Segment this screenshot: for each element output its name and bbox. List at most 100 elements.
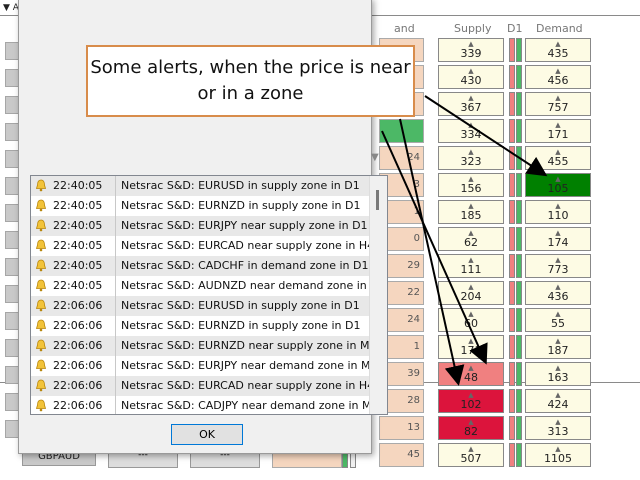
column-separator [115,396,116,414]
alert-row[interactable]: 22:06:06 Netsrac S&D: EURCAD near supply … [31,376,374,396]
alert-message: Netsrac S&D: EURUSD in supply zone in D1 [121,299,360,312]
bell-icon [35,259,47,272]
alert-message: Netsrac S&D: AUDNZD near demand zone in … [121,279,386,292]
column-separator [115,376,116,396]
demand-cell: ▲ 174 [525,227,591,251]
demand-value: 1105 [544,452,572,465]
alerts-list: 22:40:05 Netsrac S&D: EURUSD in supply zo… [30,175,388,415]
scroll-down-arrow-icon[interactable]: ▼ [371,152,379,163]
alert-row[interactable]: 22:40:05 Netsrac S&D: EURCAD near supply … [31,236,374,256]
demand-cell: ▲ 455 [525,146,591,170]
scrollbar-thumb[interactable] [376,190,379,210]
d1-bar-green [516,281,522,305]
d1-bar-pink [509,443,515,467]
alert-time: 22:40:05 [53,219,103,232]
bell-icon [35,279,47,292]
d1-bar-green [516,227,522,251]
demand-cell: ▲ 105 [525,173,591,197]
d1-bar-green [516,119,522,143]
supply-cell: ▲ 60 [438,308,504,332]
alert-row[interactable]: 22:06:06 Netsrac S&D: CADJPY near demand … [31,396,386,414]
bell-icon [35,379,47,392]
collapse-toggle[interactable]: ▼ A [3,3,19,13]
supply-value: 430 [460,74,482,87]
supply-cell: ▲ 367 [438,92,504,116]
alert-row[interactable]: 22:06:06 Netsrac S&D: EURUSD in supply zo… [31,296,369,316]
alert-row[interactable]: 22:40:05 Netsrac S&D: EURUSD in supply zo… [31,176,369,196]
alert-message: Netsrac S&D: EURNZD in supply zone in D1 [121,319,361,332]
demand-cell: ▲ 436 [525,281,591,305]
alert-row[interactable]: 22:40:05 Netsrac S&D: EURNZD in supply zo… [31,196,369,216]
alert-row[interactable]: 22:06:06 Netsrac S&D: EURNZD in supply zo… [31,316,369,336]
supply-value: 507 [460,452,482,465]
d1-bar-green [516,416,522,440]
column-separator [115,176,116,196]
alert-message: Netsrac S&D: EURCAD near supply zone in … [121,379,375,392]
d1-bar-green [516,38,522,62]
d1-bar-pink [509,38,515,62]
demand-cell: ▲ 1105 [525,443,591,467]
demand-cell: ▲ 424 [525,389,591,413]
d1-bar-pink [509,335,515,359]
header-supply: Supply [454,22,492,35]
ok-button[interactable]: OK [171,424,243,445]
bell-icon [35,319,47,332]
supply-value: 339 [460,47,482,60]
alert-message: Netsrac S&D: EURCAD near supply zone in … [121,239,375,252]
demand-cell: ▲ 110 [525,200,591,224]
alert-message: Netsrac S&D: CADJPY near demand zone in … [121,399,386,412]
supply-value: 62 [464,236,478,249]
d1-bar-green [516,92,522,116]
zone-left-cell: 24 [379,146,424,170]
supply-value: 60 [464,317,478,330]
alert-row[interactable]: 22:40:05 Netsrac S&D: CADCHF in demand zo… [31,256,369,276]
alert-time: 22:40:05 [53,279,103,292]
supply-value: 111 [460,263,482,276]
demand-value: 110 [547,209,569,222]
vertical-scrollbar[interactable] [369,176,387,414]
alert-message: Netsrac S&D: EURJPY near supply zone in … [121,219,368,232]
supply-value: 323 [460,155,482,168]
demand-value: 105 [547,182,569,195]
demand-value: 773 [547,263,569,276]
supply-cell: ▲ 507 [438,443,504,467]
header-demand-left: and [394,22,415,35]
alert-time: 22:06:06 [53,399,103,412]
supply-cell: ▲ 48 [438,362,504,386]
bell-icon [35,399,47,412]
zone-left-cell: 45 [379,443,424,467]
d1-bar-green [516,146,522,170]
alert-message: Netsrac S&D: EURNZD near supply zone in … [121,339,384,352]
supply-value: 82 [464,425,478,438]
demand-cell: ▲ 171 [525,119,591,143]
demand-value: 187 [547,344,569,357]
bell-icon [35,179,47,192]
d1-bar-green [516,173,522,197]
d1-bar-pink [509,416,515,440]
demand-cell: ▲ 163 [525,362,591,386]
alert-time: 22:06:06 [53,319,103,332]
column-separator [115,316,116,336]
bell-icon [35,359,47,372]
demand-value: 313 [547,425,569,438]
demand-value: 163 [547,371,569,384]
column-separator [115,276,116,296]
demand-cell: ▲ 773 [525,254,591,278]
alert-row[interactable]: 22:40:05 Netsrac S&D: AUDNZD near demand … [31,276,386,296]
d1-bar-pink [509,173,515,197]
demand-cell: ▲ 313 [525,416,591,440]
alert-row[interactable]: 22:06:06 Netsrac S&D: EURNZD near supply … [31,336,383,356]
bell-icon [35,239,47,252]
supply-cell: ▲ 339 [438,38,504,62]
supply-cell: ▲ 334 [438,119,504,143]
demand-cell: ▲ 456 [525,65,591,89]
d1-bar-pink [509,362,515,386]
header-demand: Demand [536,22,583,35]
column-separator [115,296,116,316]
d1-bar-pink [509,65,515,89]
d1-bar-green [516,443,522,467]
alert-row[interactable]: 22:06:06 Netsrac S&D: EURJPY near demand … [31,356,384,376]
alert-row[interactable]: 22:40:05 Netsrac S&D: EURJPY near supply … [31,216,369,236]
supply-value: 156 [460,182,482,195]
zone-left-cell [379,119,424,143]
